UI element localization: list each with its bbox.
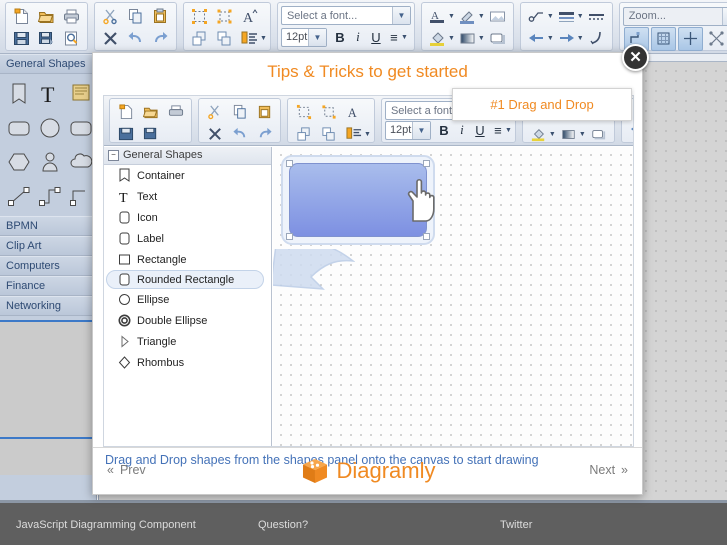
shape-item-rhombus[interactable]: Rhombus [104, 352, 271, 373]
dialog-title: Tips & Tricks to get started [93, 53, 642, 91]
tip-badge: #1 Drag and Drop [452, 88, 632, 121]
shape-item-label: Triangle [137, 335, 177, 348]
copy-icon[interactable] [228, 101, 251, 123]
mini-shapes-panel-header[interactable]: − General Shapes [104, 147, 271, 165]
chevron-down-icon[interactable]: ▼ [505, 127, 512, 134]
cut-icon[interactable] [203, 101, 226, 123]
text-style-icon[interactable]: A [342, 101, 365, 123]
send-back-icon[interactable] [317, 123, 340, 145]
shape-item-label: Double Ellipse [137, 314, 208, 327]
save-icon[interactable] [114, 123, 137, 145]
mini-group-edit [198, 98, 281, 143]
chevron-down-icon[interactable]: ▼ [549, 131, 556, 138]
next-chevron-icon: » [621, 463, 628, 477]
label-shape-icon [119, 232, 130, 245]
save-as-icon[interactable] [139, 123, 162, 145]
shape-item-container[interactable]: Container [104, 165, 271, 186]
shadow-icon[interactable] [587, 123, 610, 145]
shape-item-triangle[interactable]: Triangle [104, 331, 271, 352]
brand-logo: Diagramly [299, 457, 436, 485]
mini-bold-button[interactable]: B [435, 123, 453, 138]
mini-group-arrange: A ▼ [287, 98, 375, 143]
ellipse-icon [119, 294, 130, 305]
application-window: A ▼ Select a font... ▼ 12pt ▼ B i U ≡ ▼ … [0, 0, 727, 545]
container-icon [119, 168, 130, 182]
shape-item-label[interactable]: Label [104, 228, 271, 249]
prev-chevron-icon: « [107, 463, 114, 477]
drag-direction-arrow-icon [273, 249, 355, 290]
shape-item-label: Label [137, 232, 164, 245]
shape-item-label: Text [137, 190, 158, 203]
resize-handle[interactable] [423, 160, 430, 167]
fill-color-icon[interactable] [527, 123, 550, 145]
redo-icon[interactable] [253, 123, 276, 145]
shape-item-label: Icon [137, 211, 158, 224]
dialog-screenshot-body: A ▼ Select a font... 12pt ▼ B i U ≡ ▼ ▼ … [103, 95, 634, 447]
resize-handle[interactable] [286, 160, 293, 167]
chevron-down-icon[interactable]: ▼ [364, 131, 371, 138]
mini-shapes-panel-title: General Shapes [123, 149, 203, 161]
rounded-rectangle-icon [119, 273, 130, 286]
double-ellipse-icon [118, 314, 131, 327]
shape-item-text[interactable]: T Text [104, 186, 271, 207]
delete-icon[interactable] [203, 123, 226, 145]
triangle-icon [121, 335, 129, 348]
text-icon: T [119, 191, 128, 204]
close-icon[interactable]: ✕ [622, 44, 649, 71]
shape-item-ellipse[interactable]: Ellipse [104, 289, 271, 310]
resize-handle[interactable] [423, 233, 430, 240]
mini-font-size-select[interactable]: 12pt ▼ [384, 120, 431, 140]
tips-dialog-overlay: Tips & Tricks to get started A ▼ Select … [0, 0, 727, 545]
shape-item-label: Rhombus [137, 356, 185, 369]
print-icon[interactable] [164, 101, 187, 123]
shape-item-double-ellipse[interactable]: Double Ellipse [104, 310, 271, 331]
gradient-icon[interactable] [557, 123, 580, 145]
bring-front-icon[interactable] [292, 123, 315, 145]
shape-item-rounded-rectangle[interactable]: Rounded Rectangle [106, 270, 264, 289]
paste-icon[interactable] [253, 101, 276, 123]
prev-label: Prev [119, 463, 146, 477]
shape-item-label: Container [137, 169, 185, 182]
collapse-icon[interactable]: − [108, 150, 119, 161]
mini-font-select-value: Select a font... [390, 104, 462, 117]
dialog-footer: « Prev Diagramly Next » [93, 447, 642, 494]
mini-italic-button[interactable]: i [453, 122, 471, 138]
mini-group-file [109, 98, 192, 143]
mini-underline-button[interactable]: U [471, 123, 489, 138]
shape-item-rectangle[interactable]: Rectangle [104, 249, 271, 270]
mini-shapes-panel: − General Shapes Container T Text Icon L… [104, 147, 272, 446]
arrow-start-icon[interactable] [626, 118, 633, 140]
prev-button[interactable]: « Prev [107, 463, 146, 477]
new-file-icon[interactable] [114, 101, 137, 123]
diagramly-box-logo [302, 459, 327, 483]
svg-text:T: T [119, 191, 128, 204]
next-button[interactable]: Next » [589, 463, 628, 477]
mini-font-size-value: 12pt [389, 124, 412, 137]
group-icon[interactable] [292, 101, 315, 123]
align-icon[interactable] [342, 123, 365, 145]
icon-shape-icon [119, 211, 130, 224]
resize-handle[interactable] [286, 233, 293, 240]
brand-name: Diagramly [336, 458, 436, 483]
shape-item-label: Rectangle [137, 253, 187, 266]
shape-selection-frame[interactable] [273, 155, 435, 290]
shape-item-label: Rounded Rectangle [137, 273, 235, 286]
mini-diagram-canvas[interactable] [273, 147, 633, 446]
chevron-down-icon[interactable]: ▼ [411, 121, 430, 139]
undo-icon[interactable] [228, 123, 251, 145]
rhombus-icon [118, 356, 131, 369]
shape-item-label: Ellipse [137, 293, 170, 306]
hand-pointer-cursor [407, 178, 435, 222]
chevron-down-icon[interactable]: ▼ [579, 131, 586, 138]
open-folder-icon[interactable] [139, 101, 162, 123]
next-label: Next [589, 463, 616, 477]
shape-item-icon[interactable]: Icon [104, 207, 271, 228]
rectangle-icon [119, 254, 130, 265]
svg-text:A: A [347, 106, 356, 120]
ungroup-icon[interactable] [317, 101, 340, 123]
